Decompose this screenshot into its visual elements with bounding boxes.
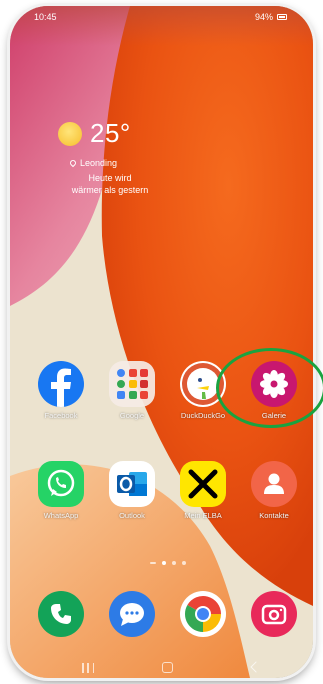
- whatsapp-icon: [38, 461, 84, 507]
- sun-icon: [58, 122, 82, 146]
- duckduckgo-icon: [180, 361, 226, 407]
- page-indicator[interactable]: [150, 561, 186, 565]
- google-folder-icon: [109, 361, 155, 407]
- facebook-icon: [38, 361, 84, 407]
- contacts-icon: [251, 461, 297, 507]
- weather-location: Leonding: [68, 158, 118, 168]
- weather-temperature: 25°: [90, 118, 131, 148]
- back-button[interactable]: [250, 661, 262, 673]
- location-pin-icon: [68, 158, 78, 168]
- app-label: Kontakte: [259, 511, 289, 520]
- dock-chrome[interactable]: [171, 591, 235, 637]
- app-label: Mein ELBA: [184, 511, 222, 520]
- battery-icon: [277, 14, 287, 20]
- battery-percent: 94%: [254, 12, 273, 22]
- app-label: WhatsApp: [43, 511, 79, 520]
- dock-camera[interactable]: [242, 591, 306, 637]
- recent-apps-button[interactable]: [82, 663, 94, 673]
- status-bar: 10:45 94%: [10, 6, 313, 28]
- page-dot: [162, 561, 166, 565]
- app-duckduckgo[interactable]: DuckDuckGo: [171, 361, 235, 420]
- page-dot: [150, 562, 156, 564]
- status-time: 10:45: [34, 12, 57, 22]
- page-dot: [182, 561, 186, 565]
- wallpaper: [10, 6, 313, 678]
- chrome-icon: [180, 591, 226, 637]
- weather-description: Heute wird wärmer als gestern: [60, 172, 160, 196]
- phone-screen: 10:45 94% 25° Leonding Heute wird wärmer…: [10, 6, 313, 678]
- app-mein-elba[interactable]: Mein ELBA: [171, 461, 235, 520]
- app-label: Facebook: [44, 411, 78, 420]
- app-google-folder[interactable]: Google: [100, 361, 164, 420]
- app-galerie[interactable]: Galerie: [242, 361, 306, 420]
- app-facebook[interactable]: Facebook: [29, 361, 93, 420]
- dock-phone[interactable]: [29, 591, 93, 637]
- phone-icon: [38, 591, 84, 637]
- navigation-bar: [10, 660, 313, 678]
- messages-icon: [109, 591, 155, 637]
- weather-description-line2: wärmer als gestern: [71, 185, 149, 195]
- weather-description-line1: Heute wird: [88, 173, 132, 183]
- weather-location-label: Leonding: [80, 158, 118, 168]
- status-icons: 94%: [255, 12, 287, 22]
- home-button[interactable]: [162, 662, 173, 673]
- app-kontakte[interactable]: Kontakte: [242, 461, 306, 520]
- app-label: DuckDuckGo: [180, 411, 226, 420]
- dock-messages[interactable]: [100, 591, 164, 637]
- app-whatsapp[interactable]: WhatsApp: [29, 461, 93, 520]
- app-label: Outlook: [119, 511, 145, 520]
- app-label: Galerie: [261, 411, 287, 420]
- raiffeisen-icon: [180, 461, 226, 507]
- app-outlook[interactable]: Outlook: [100, 461, 164, 520]
- camera-icon: [251, 591, 297, 637]
- app-label: Google: [119, 411, 145, 420]
- outlook-icon: [109, 461, 155, 507]
- page-dot: [172, 561, 176, 565]
- gallery-icon: [251, 361, 297, 407]
